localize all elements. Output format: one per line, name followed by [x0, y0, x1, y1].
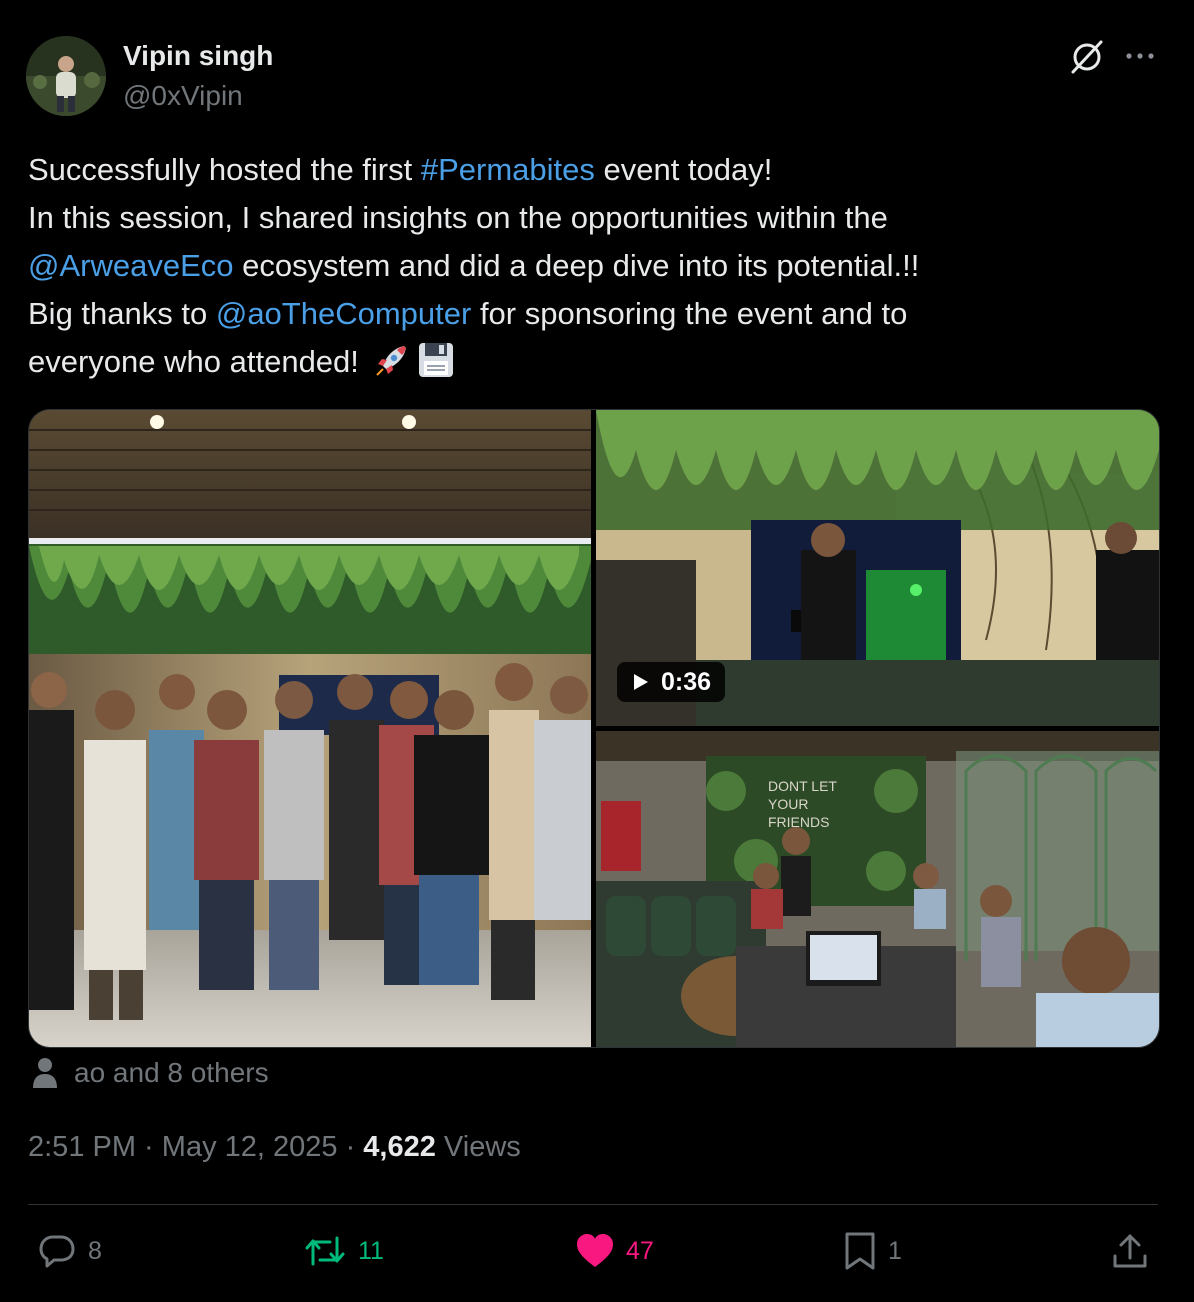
reply-button[interactable]: 8	[36, 1230, 102, 1272]
tweet-text: Successfully hosted the first #Permabite…	[28, 146, 1148, 386]
author-handle[interactable]: @0xVipin	[123, 80, 243, 112]
like-count: 47	[626, 1236, 654, 1265]
tweet-line-2: In this session, I shared insights on th…	[28, 200, 888, 235]
video-duration-badge[interactable]: 0:36	[617, 662, 726, 702]
share-icon	[1113, 1234, 1147, 1268]
tweet-line-4: Big thanks to @aoTheComputer for sponsor…	[28, 290, 1148, 338]
cafe-photo-image: DONT LET YOUR FRIENDS	[596, 731, 1159, 1047]
media-grid: DONT LET YOUR FRIENDS	[28, 409, 1160, 1048]
tweet-text-segment: event today!	[594, 152, 773, 187]
hashtag-link[interactable]: #Permabites	[421, 152, 595, 187]
tweet-line-5: everyone who attended!	[28, 338, 1148, 386]
person-icon	[33, 1058, 57, 1088]
cafe-photo[interactable]: DONT LET YOUR FRIENDS	[596, 731, 1159, 1047]
grok-icon[interactable]	[1068, 38, 1106, 76]
meta-separator: ·	[136, 1131, 162, 1163]
tweet-text-segment: everyone who attended!	[28, 344, 368, 379]
bookmark-icon	[845, 1232, 875, 1270]
bookmark-count: 1	[888, 1236, 902, 1265]
tweet-text-segment: Big thanks to	[28, 296, 216, 331]
avatar[interactable]	[26, 36, 106, 116]
post-time[interactable]: 2:51 PM	[28, 1131, 136, 1163]
post-meta: 2:51 PM · May 12, 2025 · 4,622 Views	[28, 1131, 521, 1164]
share-button[interactable]	[1110, 1230, 1150, 1272]
repost-button[interactable]: 11	[302, 1230, 384, 1272]
reply-icon	[39, 1235, 75, 1268]
tagged-users-label: ao and 8 others	[74, 1057, 269, 1088]
group-photo[interactable]	[29, 410, 591, 1047]
mention-link-arweaveeco[interactable]: @ArweaveEco	[28, 248, 234, 283]
post-date[interactable]: May 12, 2025	[162, 1131, 338, 1163]
views-label[interactable]: Views	[436, 1131, 521, 1163]
mention-link-aothecomputer[interactable]: @aoTheComputer	[216, 296, 471, 331]
avatar-image	[26, 36, 106, 116]
floppy-disk-emoji	[418, 343, 453, 377]
more-icon[interactable]	[1122, 40, 1158, 72]
tweet-text-segment: for sponsoring the event and to	[471, 296, 908, 331]
tweet-text-segment: ecosystem and did a deep dive into its p…	[233, 248, 920, 283]
video-duration: 0:36	[661, 667, 712, 696]
meta-separator: ·	[337, 1131, 364, 1163]
divider	[28, 1204, 1158, 1205]
group-photo-image	[29, 410, 591, 1047]
heart-icon	[577, 1234, 613, 1267]
rocket-emoji	[375, 346, 406, 376]
repost-count: 11	[358, 1236, 384, 1265]
tagged-users[interactable]: ao and 8 others	[30, 1056, 269, 1090]
author-display-name[interactable]: Vipin singh	[123, 40, 273, 72]
reply-count: 8	[88, 1236, 102, 1265]
bookmark-button[interactable]: 1	[842, 1230, 902, 1272]
wall-sign-text: DONT LET	[768, 778, 837, 794]
repost-icon	[305, 1236, 345, 1266]
tweet-text-segment: Successfully hosted the first	[28, 152, 421, 187]
like-button[interactable]: 47	[574, 1230, 654, 1272]
wall-sign-text-2: YOUR	[768, 796, 808, 812]
play-icon	[634, 674, 648, 690]
tweet-post: Vipin singh @0xVipin Successfully hosted…	[0, 0, 1194, 1302]
tweet-line-3: @ArweaveEco ecosystem and did a deep div…	[28, 242, 1148, 290]
views-count[interactable]: 4,622	[363, 1131, 436, 1163]
tweet-line-1: Successfully hosted the first #Permabite…	[28, 146, 1148, 194]
